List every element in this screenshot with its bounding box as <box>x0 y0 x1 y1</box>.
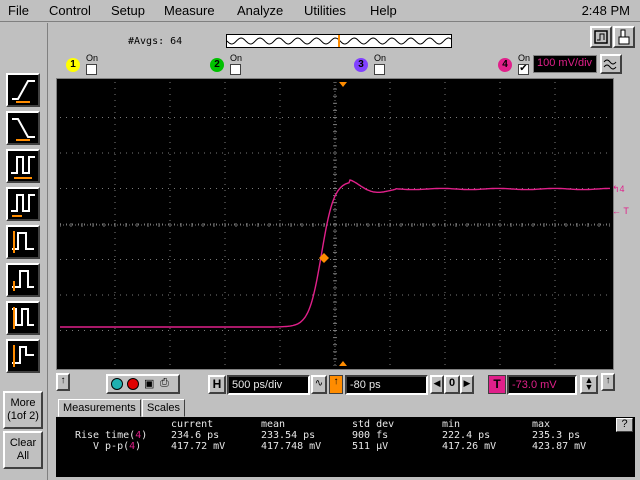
delay-field[interactable]: -80 ps <box>345 375 428 395</box>
column-current: current <box>171 419 214 430</box>
pattern-trigger-button[interactable] <box>6 225 40 259</box>
delay-decrease-button[interactable]: ◀ <box>430 375 444 394</box>
channel-3-on-checkbox[interactable] <box>374 64 385 75</box>
rise-time-min: 222.4 ps <box>442 430 491 441</box>
channel-4-scale-adjust-button[interactable] <box>600 54 622 74</box>
tab-scales[interactable]: Scales <box>142 399 186 417</box>
rise-time-current: 234.6 ps <box>171 430 220 441</box>
scroll-left-button[interactable]: ↑ <box>56 373 70 391</box>
rising-edge-trigger-button[interactable] <box>6 73 40 107</box>
print-icon[interactable]: ⎙ <box>160 377 169 390</box>
waveform-graticule <box>59 81 611 367</box>
vpp-std-dev: 511 µV <box>352 441 389 452</box>
column-std-dev: std dev <box>352 419 395 430</box>
waveform-display[interactable] <box>59 81 611 367</box>
single-grid-button[interactable] <box>590 26 612 48</box>
trigger-level-field[interactable]: -73.0 mV <box>507 375 577 395</box>
state-icon <box>12 270 34 291</box>
menu-help[interactable]: Help <box>370 3 397 18</box>
pulse-icon <box>11 156 35 179</box>
hand-icon <box>618 29 630 45</box>
pattern-icon <box>12 231 34 253</box>
channel-1-badge[interactable]: 1 <box>66 58 80 72</box>
timebase-wave-button[interactable]: ∿ <box>311 375 327 394</box>
menu-file[interactable]: File <box>8 3 29 18</box>
trigger-level-marker[interactable]: ← T <box>612 206 629 216</box>
rise-time-mean: 233.54 ps <box>261 430 316 441</box>
stop-icon[interactable] <box>127 378 139 390</box>
row-vpp-label: V p-p(4) <box>93 441 142 452</box>
menu-control[interactable]: Control <box>49 3 91 18</box>
channel-2-on-label: On <box>230 53 243 63</box>
setup-hold-trigger-button[interactable] <box>6 339 40 373</box>
display-mode-buttons <box>590 26 636 50</box>
run-control-group: ▣ ⎙ <box>106 374 180 394</box>
state-trigger-button[interactable] <box>6 263 40 297</box>
timebase-field[interactable]: 500 ps/div <box>227 375 310 395</box>
vpp-current: 417.72 mV <box>171 441 226 452</box>
channel-4-badge[interactable]: 4 <box>498 58 512 72</box>
delay-increase-button[interactable]: ▶ <box>460 375 474 394</box>
rise-time-max: 235.3 ps <box>532 430 581 441</box>
single-icon[interactable]: ▣ <box>144 377 154 390</box>
left-toolbar: More (1of 2) Clear All <box>0 23 48 480</box>
channel-3-on-label: On <box>374 53 387 63</box>
falling-edge-trigger-button[interactable] <box>6 111 40 145</box>
horizontal-button[interactable]: H <box>208 375 226 394</box>
help-button[interactable]: ? <box>616 418 633 432</box>
timeout-trigger-button[interactable] <box>6 301 40 335</box>
rising-edge-icon <box>12 80 35 103</box>
vpp-min: 417.26 mV <box>442 441 497 452</box>
pulse-width-trigger-button[interactable] <box>6 149 40 183</box>
menu-setup[interactable]: Setup <box>111 3 145 18</box>
delay-zero-button[interactable]: 0 <box>444 375 460 394</box>
more-button[interactable]: More (1of 2) <box>3 391 43 429</box>
channel-2-on-checkbox[interactable] <box>230 64 241 75</box>
row-rise-time-label: Rise time(4) <box>75 430 148 441</box>
glitch-icon <box>11 194 35 217</box>
menu-analyze[interactable]: Analyze <box>237 3 283 18</box>
clock: 2:48 PM <box>581 3 630 18</box>
trigger-level-spinner[interactable]: ▲ ▼ <box>580 375 598 394</box>
timeout-icon <box>12 307 34 329</box>
channel-2-badge[interactable]: 2 <box>210 58 224 72</box>
menu-utilities[interactable]: Utilities <box>304 3 346 18</box>
measurement-panel: current mean std dev min max Rise time(4… <box>56 417 635 477</box>
glitch-trigger-button[interactable] <box>6 187 40 221</box>
trigger-position-bottom-marker <box>339 361 347 366</box>
scroll-right-button[interactable]: ↑ <box>601 373 615 391</box>
averages-label: #Avgs: 64 <box>128 36 183 47</box>
menu-measure[interactable]: Measure <box>164 3 215 18</box>
clear-all-button[interactable]: Clear All <box>3 431 43 469</box>
wave-adjust-icon <box>603 59 617 70</box>
falling-edge-icon <box>12 118 35 141</box>
tab-measurements[interactable]: Measurements <box>58 399 141 417</box>
overview-wave-icon <box>226 35 452 47</box>
column-mean: mean <box>261 419 286 430</box>
touch-button[interactable] <box>613 26 635 48</box>
grid-icon <box>594 30 608 44</box>
channel-1-on-checkbox[interactable] <box>86 64 97 75</box>
vpp-max: 423.87 mV <box>532 441 587 452</box>
trigger-position-top-marker <box>339 82 347 87</box>
channel-1-on-label: On <box>86 53 99 63</box>
column-max: max <box>532 419 551 430</box>
channel-4-on-checkbox[interactable]: ✔ <box>518 64 529 75</box>
column-min: min <box>442 419 461 430</box>
trigger-button[interactable]: T <box>488 375 506 394</box>
menu-bar: File Control Setup Measure Analyze Utili… <box>0 0 640 22</box>
run-icon[interactable] <box>111 378 123 390</box>
rise-time-std-dev: 900 fs <box>352 430 389 441</box>
channel-4-level-marker[interactable]: ↰4 <box>612 184 625 195</box>
channel-4-scale-field[interactable]: 100 mV/div <box>533 55 597 73</box>
delay-reference-icon[interactable]: ↑ <box>329 375 343 394</box>
setup-hold-icon <box>12 345 34 367</box>
vpp-mean: 417.748 mV <box>261 441 322 452</box>
waveform-overview[interactable] <box>226 34 452 48</box>
channel-4-on-label: On <box>518 53 531 63</box>
channel-3-badge[interactable]: 3 <box>354 58 368 72</box>
